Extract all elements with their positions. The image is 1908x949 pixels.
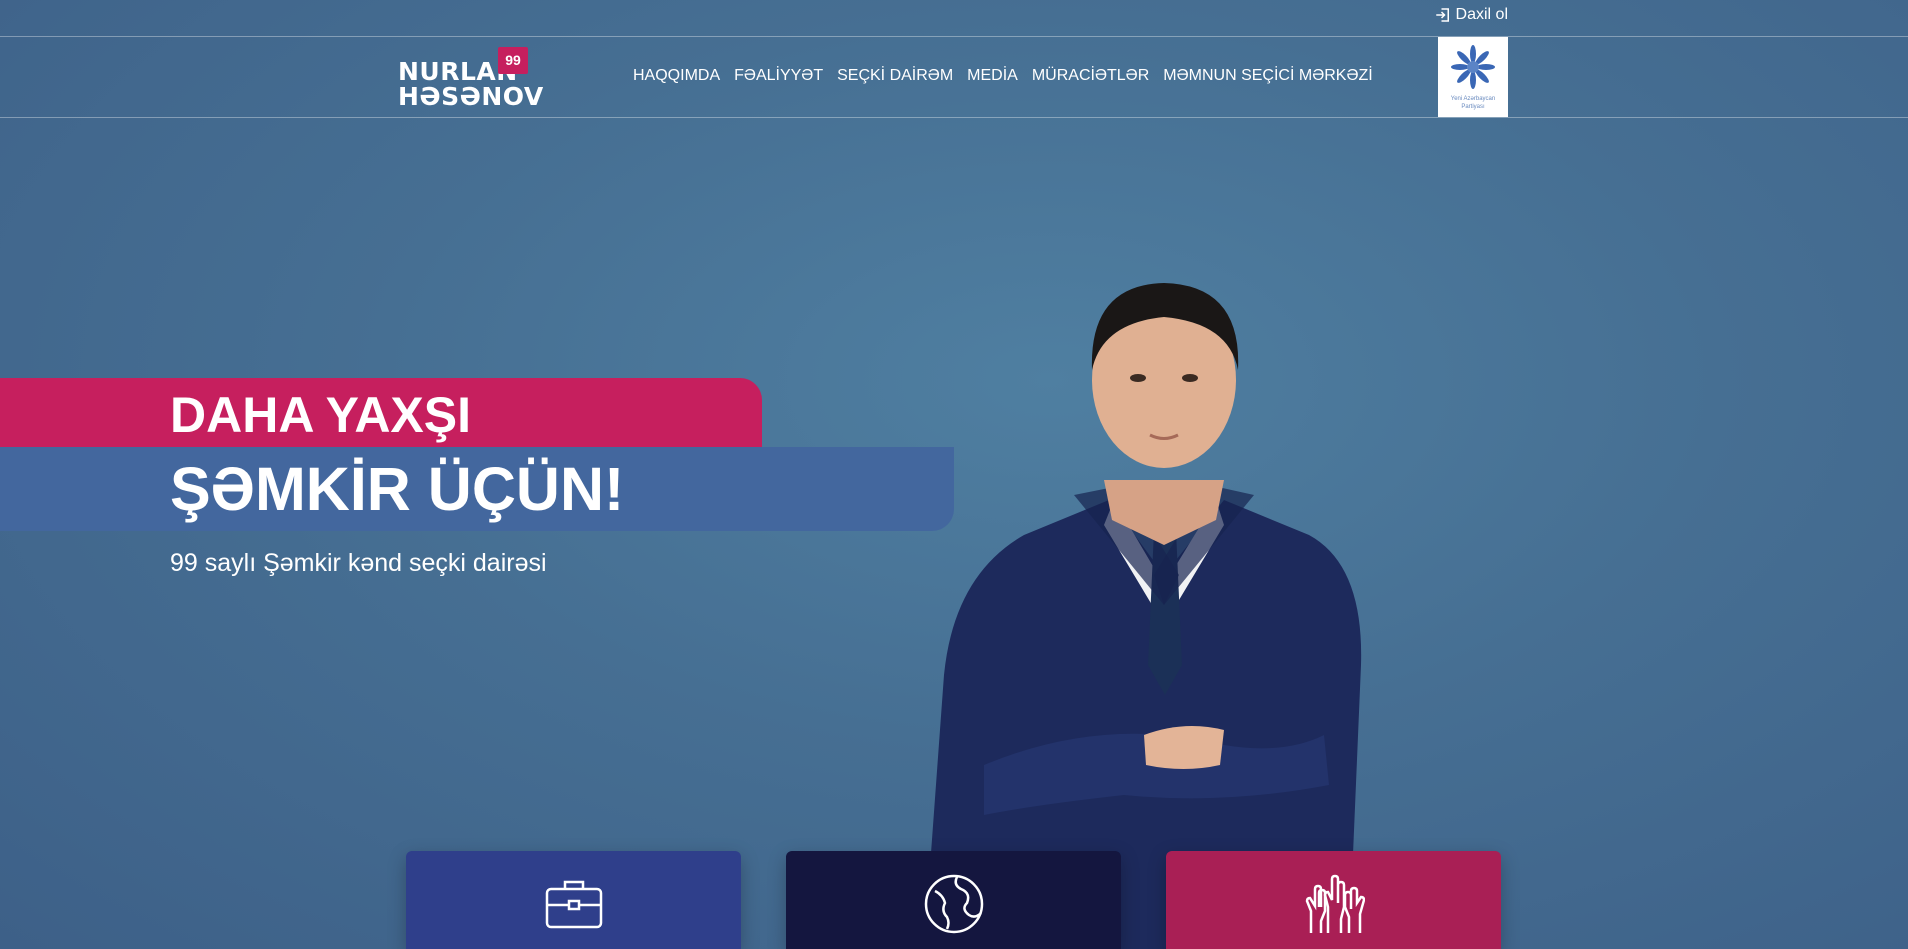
card-activity[interactable] <box>406 851 741 949</box>
top-bar: Daxil ol <box>0 0 1908 37</box>
nav-item-secki-dairem[interactable]: SEÇKİ DAİRƏM <box>837 67 953 85</box>
main-nav: HAQQIMDA FƏALİYYƏT SEÇKİ DAİRƏM MEDİA MÜ… <box>633 67 1373 85</box>
hero-subtitle: 99 saylı Şəmkir kənd seçki dairəsi <box>170 549 547 577</box>
party-logo[interactable]: Yeni Azərbaycan Partiyası <box>1438 37 1508 117</box>
hero-section: DAHA YAXŞI ŞƏMKİR ÜÇÜN! 99 saylı Şəmkir … <box>0 117 1908 949</box>
party-logo-caption: Yeni Azərbaycan Partiyası <box>1438 95 1508 111</box>
candidate-photo <box>924 283 1362 949</box>
hero-title-line2: ŞƏMKİR ÜÇÜN! <box>170 455 625 523</box>
login-link[interactable]: Daxil ol <box>1434 6 1508 24</box>
logo-name-line2: HƏSƏNOV <box>398 82 544 111</box>
card-support[interactable] <box>1166 851 1501 949</box>
nav-item-media[interactable]: MEDİA <box>967 67 1018 85</box>
party-emblem-icon <box>1451 45 1495 89</box>
globe-icon <box>924 874 984 934</box>
nav-item-muracietler[interactable]: MÜRACİƏTLƏR <box>1032 67 1149 85</box>
party-caption-line2: Partiyası <box>1461 104 1485 110</box>
nav-item-memnun-secici-merkezi[interactable]: MƏMNUN SEÇİCİ MƏRKƏZİ <box>1163 67 1372 85</box>
login-icon <box>1435 8 1449 22</box>
nav-item-haqqimda[interactable]: HAQQIMDA <box>633 67 720 85</box>
card-world[interactable] <box>786 851 1121 949</box>
hero-title-line1: DAHA YAXŞI <box>170 387 472 443</box>
raised-hands-icon <box>1305 874 1365 933</box>
briefcase-icon <box>545 880 603 929</box>
login-label: Daxil ol <box>1455 6 1508 23</box>
party-caption-line1: Yeni Azərbaycan <box>1450 96 1496 102</box>
logo-badge: 99 <box>498 47 528 74</box>
header: NURLAN HƏSƏNOV 99 HAQQIMDA FƏALİYYƏT SEÇ… <box>0 37 1908 118</box>
nav-item-fealiyyet[interactable]: FƏALİYYƏT <box>734 67 823 85</box>
site-logo[interactable]: NURLAN HƏSƏNOV 99 <box>398 47 543 111</box>
